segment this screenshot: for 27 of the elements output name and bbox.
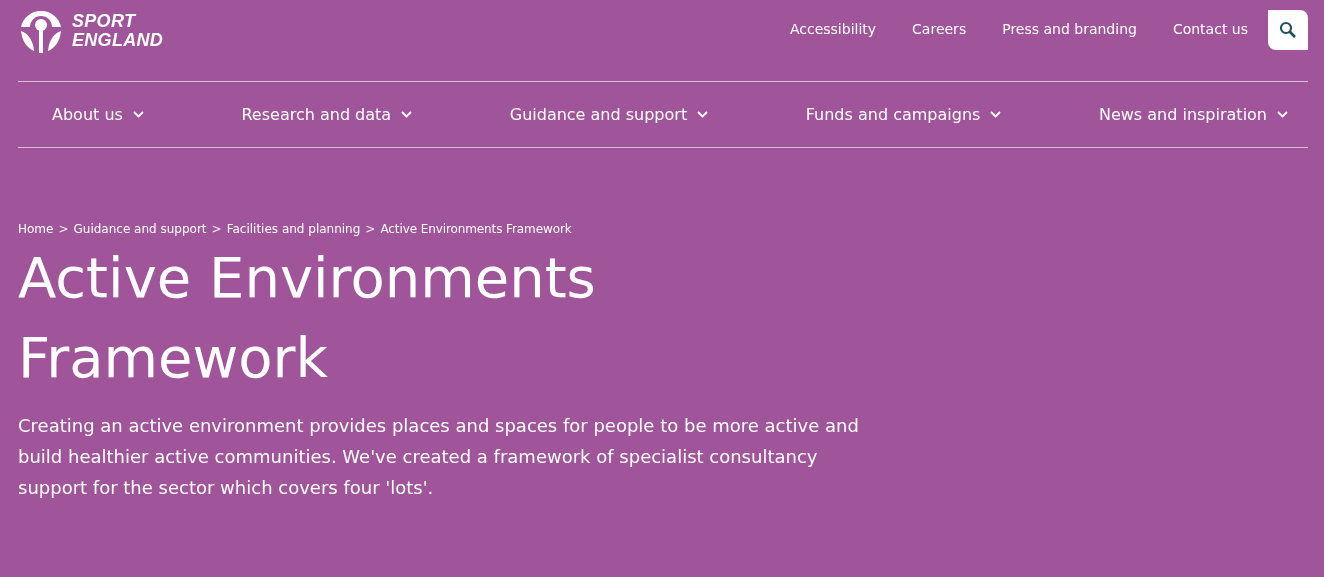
- breadcrumb-current: Active Environments Framework: [380, 221, 572, 238]
- breadcrumb-link[interactable]: Home: [18, 220, 54, 238]
- search-button[interactable]: [1268, 9, 1308, 50]
- nav-menu-button[interactable]: News and inspiration: [1098, 102, 1288, 127]
- utility-link[interactable]: Press and branding: [1002, 19, 1137, 40]
- breadcrumb-separator: >: [210, 221, 223, 238]
- logo-icon: [18, 8, 64, 53]
- utility-link[interactable]: Accessibility: [789, 19, 877, 40]
- utility-link[interactable]: Contact us: [1172, 19, 1248, 40]
- breadcrumb-separator: >: [364, 221, 377, 238]
- chevron-icon: [697, 111, 709, 118]
- chevron-icon: [990, 111, 1002, 118]
- nav-menu-button[interactable]: Guidance and support: [509, 102, 709, 127]
- chevron-icon: [132, 111, 144, 118]
- breadcrumb-link[interactable]: Facilities and planning: [226, 220, 361, 238]
- breadcrumb-separator: >: [57, 221, 70, 238]
- nav-menu-button[interactable]: About us: [52, 102, 144, 127]
- chevron-icon: [401, 111, 413, 118]
- intro-paragraph: Creating an active environment provides places and spaces for people to be more active and build healthier active communities. We've created a framework of specialist consultancy support for the sector which covers four 'lots'.: [18, 414, 860, 500]
- chevron-icon: [1277, 111, 1288, 118]
- page-title: Active Environments Framework: [18, 244, 597, 392]
- logo-text[interactable]: SPORT ENGLAND: [72, 11, 164, 50]
- utility-link[interactable]: Careers: [912, 19, 967, 40]
- nav-menu-button[interactable]: Research and data: [241, 102, 413, 127]
- search-icon: [1279, 20, 1297, 39]
- breadcrumb-link[interactable]: Guidance and support: [73, 220, 207, 238]
- nav-menu-button[interactable]: Funds and campaigns: [805, 102, 1002, 127]
